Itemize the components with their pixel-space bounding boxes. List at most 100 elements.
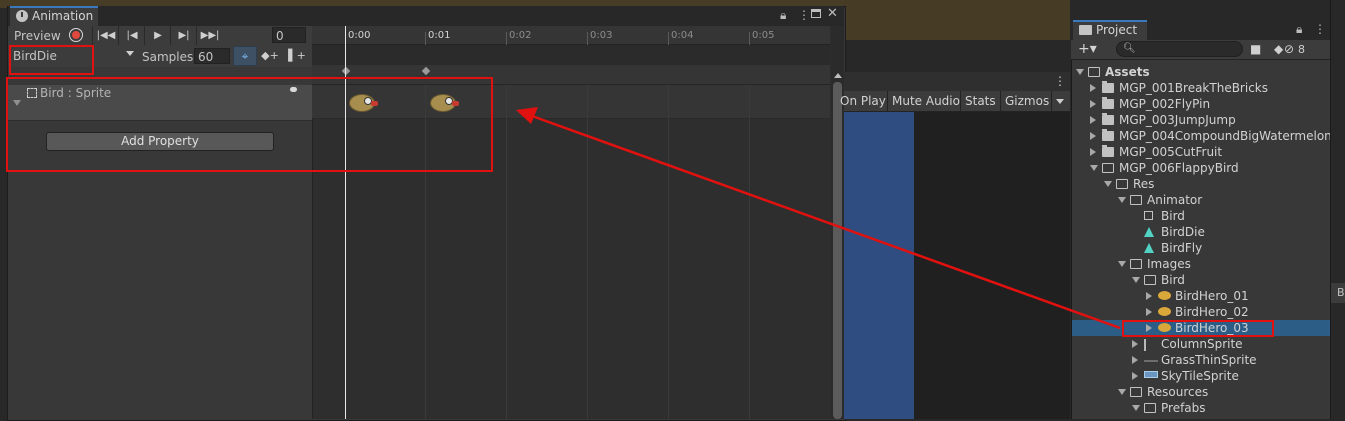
annotation-clip-highlight — [9, 45, 94, 75]
tick-line — [506, 32, 507, 45]
hidden-packages-eye-icon[interactable]: ⊘ — [1284, 42, 1294, 56]
tree-item[interactable]: BirdDie — [1072, 224, 1330, 240]
grid-line — [506, 85, 507, 419]
scrollbar-thumb[interactable] — [833, 82, 842, 419]
project-menu-kebab-icon[interactable]: ⋮ — [1314, 22, 1326, 36]
tree-item[interactable]: MGP_004CompoundBigWatermelon — [1072, 128, 1332, 144]
preview-button[interactable]: Preview — [14, 29, 61, 43]
last-frame-icon[interactable]: ▶▶| — [196, 26, 223, 45]
project-search-input[interactable]: 🔍︎ — [1116, 41, 1243, 57]
tree-item[interactable]: GrassThinSprite — [1072, 352, 1330, 368]
prev-frame-icon[interactable]: |◀ — [118, 26, 145, 45]
tree-item-label: MGP_003JumpJump — [1119, 113, 1236, 127]
folder-open-icon — [1130, 195, 1142, 205]
gizmos-dropdown-icon[interactable] — [1056, 99, 1064, 104]
collapsed-arrow-icon[interactable] — [1090, 132, 1096, 140]
collapsed-arrow-icon[interactable] — [1090, 148, 1096, 156]
add-keyframe-icon[interactable]: ◆+ — [259, 46, 281, 66]
tree-item[interactable]: MGP_003JumpJump — [1072, 112, 1330, 128]
expanded-arrow-icon[interactable] — [1118, 261, 1126, 267]
tree-item[interactable]: Prefabs — [1072, 400, 1330, 416]
tree-item[interactable]: BirdFly — [1072, 240, 1330, 256]
expanded-arrow-icon[interactable] — [1104, 181, 1112, 187]
collapsed-arrow-icon[interactable] — [1090, 100, 1096, 108]
tree-item[interactable]: Bird — [1072, 272, 1330, 288]
event-row[interactable] — [312, 45, 830, 65]
folder-open-icon — [1144, 275, 1156, 285]
tree-item[interactable]: ColumnSprite — [1072, 336, 1330, 352]
expanded-arrow-icon[interactable] — [1132, 405, 1140, 411]
folder-open-icon — [1130, 259, 1142, 269]
tree-item[interactable]: SkyTileSprite — [1072, 368, 1330, 384]
tree-item-label: Res — [1133, 177, 1155, 191]
tree-item-label: MGP_002FlyPin — [1119, 97, 1211, 111]
animation-clock-icon — [16, 10, 28, 22]
folder-open-icon — [1116, 179, 1128, 189]
tree-item[interactable]: MGP_005CutFruit — [1072, 144, 1330, 160]
tick-label: 0:02 — [509, 30, 532, 41]
folder-icon — [1102, 113, 1114, 125]
samples-label: Samples — [142, 50, 194, 64]
project-lock-icon[interactable]: 🔒︎ — [1296, 22, 1302, 37]
collapsed-arrow-icon[interactable] — [1090, 84, 1096, 92]
search-by-label-icon[interactable]: ◆ — [1274, 42, 1283, 56]
expanded-arrow-icon[interactable] — [1118, 197, 1126, 203]
grass-icon — [1144, 360, 1158, 362]
collapsed-arrow-icon[interactable] — [1146, 292, 1152, 300]
tree-item[interactable]: Resources — [1072, 384, 1330, 400]
tree-item[interactable]: Bird — [1072, 208, 1330, 224]
menu-kebab-icon[interactable]: ⋮ — [798, 8, 810, 22]
tick-label: 0:05 — [752, 30, 775, 41]
gizmos-button[interactable]: Gizmos — [1001, 91, 1052, 112]
scene-menu-kebab-icon[interactable]: ⋮ — [1054, 74, 1066, 88]
anim-icon — [1144, 227, 1154, 237]
collapsed-arrow-icon[interactable] — [1146, 308, 1152, 316]
current-frame-field[interactable]: 0 — [272, 27, 306, 43]
expanded-arrow-icon[interactable] — [1076, 69, 1084, 75]
play-icon[interactable]: ▶ — [144, 26, 171, 45]
folder-open-icon — [1088, 67, 1100, 77]
tree-item-label: Resources — [1147, 385, 1209, 399]
search-by-type-icon[interactable]: ■ — [1250, 42, 1261, 56]
mute-audio-button[interactable]: Mute Audio — [888, 91, 961, 112]
tick-line — [587, 32, 588, 45]
inspector-tab[interactable]: B — [1331, 283, 1345, 303]
collapsed-arrow-icon[interactable] — [1132, 340, 1138, 348]
next-frame-icon[interactable]: ▶| — [170, 26, 197, 45]
tree-item[interactable]: MGP_002FlyPin — [1072, 96, 1330, 112]
tree-item-label: BirdHero_02 — [1175, 305, 1249, 319]
tree-item[interactable]: MGP_006FlappyBird — [1072, 160, 1330, 176]
bird-icon — [1158, 307, 1171, 316]
add-event-icon[interactable]: ▌+ — [287, 46, 307, 66]
create-plus-icon[interactable]: +▾ — [1078, 41, 1097, 57]
stats-button[interactable]: Stats — [961, 91, 1001, 112]
grid-line — [668, 85, 669, 419]
scroll-up-icon[interactable] — [834, 73, 842, 78]
lock-icon[interactable]: 🔒︎ — [780, 8, 786, 23]
tree-item[interactable]: BirdHero_02 — [1072, 304, 1330, 320]
scene-view-top — [844, 0, 1070, 40]
samples-field[interactable]: 60 — [194, 48, 230, 64]
tree-item-label: Bird — [1161, 209, 1185, 223]
collapsed-arrow-icon[interactable] — [1132, 356, 1138, 364]
tree-item[interactable]: Res — [1072, 176, 1330, 192]
first-frame-icon[interactable]: |◀◀ — [92, 26, 119, 45]
collapsed-arrow-icon[interactable] — [1132, 372, 1138, 380]
record-button[interactable] — [69, 28, 83, 42]
tree-item[interactable]: MGP_001BreakTheBricks — [1072, 80, 1330, 96]
tree-item[interactable]: Assets — [1072, 64, 1330, 80]
collapsed-arrow-icon[interactable] — [1090, 116, 1096, 124]
tree-item[interactable]: Animator — [1072, 192, 1330, 208]
tick-line — [425, 32, 426, 45]
close-icon[interactable]: ✕ — [827, 6, 838, 21]
tree-item[interactable]: Images — [1072, 256, 1330, 272]
maximize-on-play-button[interactable]: On Play — [836, 91, 888, 112]
expanded-arrow-icon[interactable] — [1090, 165, 1098, 171]
expanded-arrow-icon[interactable] — [1132, 277, 1140, 283]
tree-item[interactable]: BirdHero_01 — [1072, 288, 1330, 304]
expanded-arrow-icon[interactable] — [1118, 389, 1126, 395]
filter-keyframes-icon[interactable]: ⌖ — [233, 46, 257, 66]
maximize-icon[interactable] — [811, 9, 821, 18]
animation-tabbar — [8, 6, 844, 26]
tree-item-label: ColumnSprite — [1161, 337, 1243, 351]
